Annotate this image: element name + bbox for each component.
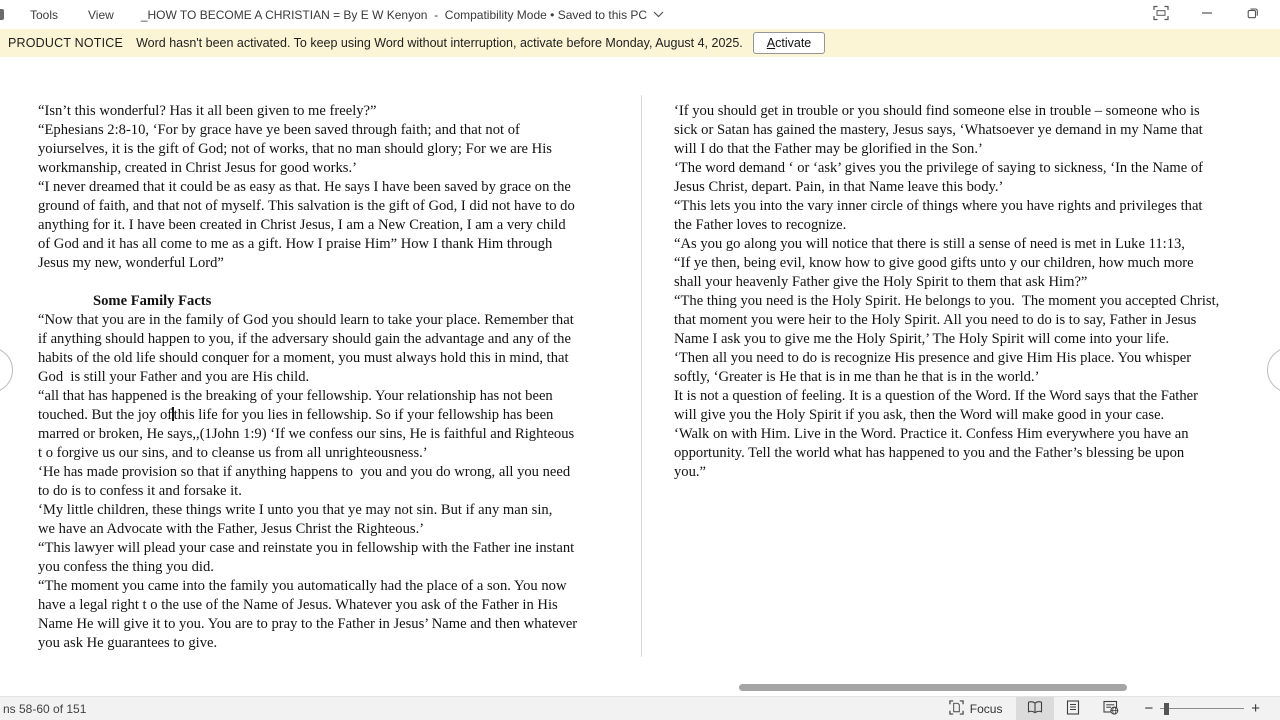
document-title-text: _HOW TO BECOME A CHRISTIAN = By E W Keny… [140,7,648,22]
document-text-line: Some Family Facts [93,293,212,309]
window-controls [1138,0,1280,29]
document-text-line: you.” [674,464,707,480]
document-text-line: ‘If you should get in trouble or you sho… [674,103,1200,119]
document-text-line: softly, ‘Greater is He that is in me tha… [674,369,1040,385]
document-text-line: will I do that the Father may be glorifi… [674,141,983,157]
auto-hide-toolbar-button[interactable] [1138,0,1184,29]
page-right: ‘If you should get in trouble or you sho… [674,102,1219,482]
document-text-line: Jesus my new, wonderful Lord” [38,255,224,271]
zoom-controls: − + [1138,701,1266,717]
document-text-line: yoiurselves, it is the gift of God; not … [38,141,552,157]
document-text-line: will give you the Holy Spirit if you ask… [674,407,1165,423]
document-text-line: “all that has happened is the breaking o… [38,388,553,404]
horizontal-scrollbar-thumb[interactable] [739,684,1127,691]
document-text-line: ‘The word demand ‘ or ‘ask’ gives you th… [674,160,1204,176]
status-bar-right: Focus − + [935,697,1280,720]
document-text-line: ground of faith, and that not of myself.… [38,198,575,214]
document-text-line: opportunity. Tell the world what has hap… [674,445,1185,461]
document-text-line: that moment you were heir to the Holy Sp… [674,312,1197,328]
print-layout-button[interactable] [1054,697,1092,720]
document-text-line: “The moment you came into the family you… [38,578,567,594]
document-text-line: It is not a question of feeling. It is a… [674,388,1198,404]
read-mode-button[interactable] [1016,697,1055,720]
print-layout-icon [1066,699,1080,718]
zoom-out-button[interactable]: − [1138,701,1159,716]
document-text-line: we have an Advocate with the Father, Jes… [38,521,425,537]
document-text-line: the Father loves to recognize. [674,217,847,233]
status-bar: ns 58-60 of 151 Focus − + [0,696,1280,720]
document-text-line: “Now that you are in the family of God y… [38,312,574,328]
chevron-down-icon[interactable] [653,11,664,18]
document-text-line: ‘Then all you need to do is recognize Hi… [674,350,1192,366]
screens-indicator[interactable]: ns 58-60 of 151 [3,702,86,716]
zoom-slider-track [1160,707,1245,710]
focus-icon [949,699,964,718]
document-text-line: sick or Satan has gained the mastery, Je… [674,122,1203,138]
reading-view: “Isn’t this wonderful? Has it all been g… [0,57,1280,696]
zoom-slider[interactable] [1160,701,1245,717]
document-text-line: “If ye then, being evil, know how to giv… [674,255,1194,271]
product-notice-message: Word hasn't been activated. To keep usin… [136,36,743,50]
document-text-line: “Isn’t this wonderful? Has it all been g… [38,103,377,119]
document-text-line: “I never dreamed that it could be as eas… [38,179,571,195]
page-divider [641,95,642,657]
document-text-line: “Ephesians 2:8-10, ‘For by grace have ye… [38,122,520,138]
menu-tools[interactable]: Tools [30,8,58,22]
document-text-line: God is still your Father and you are His… [38,369,310,385]
document-text-line: if anything should happen to you, if the… [38,331,571,347]
menu-view[interactable]: View [88,8,114,22]
minimize-icon [1201,7,1213,22]
document-text-line: have a legal right t o the use of the Na… [38,597,558,613]
previous-screen-button[interactable] [0,347,13,393]
focus-button[interactable]: Focus [935,697,1017,720]
web-layout-button[interactable] [1092,697,1130,720]
document-text-line: Jesus Christ, depart. Pain, in that Name… [674,179,1004,195]
activate-button[interactable]: Activate [752,32,826,54]
zoom-in-button[interactable]: + [1245,701,1266,716]
document-title: _HOW TO BECOME A CHRISTIAN = By E W Keny… [141,8,664,22]
restore-icon [1246,6,1260,23]
product-notice-bar: PRODUCT NOTICE Word hasn't been activate… [0,29,1280,57]
read-mode-icon [1027,699,1043,718]
document-text-line: Name He will give it to you. You are to … [38,616,578,632]
document-text-line: “As you go along you will notice that th… [674,236,1185,252]
document-text-line: “This lets you into the vary inner circl… [674,198,1203,214]
document-text-line: to do is to confess it and forsake it. [38,483,242,499]
document-text-line: Name I ask you to give me the Holy Spiri… [674,331,1170,347]
next-screen-button[interactable] [1267,347,1280,393]
document-text-line: ‘He has made provision so that if anythi… [38,464,571,480]
document-text-line: t o forgive us our sins, and to cleanse … [38,445,428,461]
auto-hide-icon [1153,5,1169,24]
product-notice-label: PRODUCT NOTICE [8,36,124,50]
document-text-line: marred or broken, He says,,(1John 1:9) ‘… [38,426,575,442]
restore-button[interactable] [1230,0,1276,29]
document-text-line: you ask He guarantees to give. [38,635,218,651]
titlebar: Tools View _HOW TO BECOME A CHRISTIAN = … [0,0,1280,29]
document-text-line: anything for it. I have been created in … [38,217,566,233]
document-text-line [38,273,577,292]
minimize-button[interactable] [1184,0,1230,29]
document-text-line: ‘Walk on with Him. Live in the Word. Pra… [674,426,1189,442]
focus-label: Focus [969,701,1003,716]
document-text-line: “This lawyer will plead your case and re… [38,540,575,556]
document-text-line: shall your heavenly Father give the Holy… [674,274,1088,290]
zoom-slider-handle[interactable] [1164,702,1169,715]
document-text-line: habits of the old life should conquer fo… [38,350,569,366]
web-layout-icon [1103,700,1119,718]
document-text-line: ‘My little children, these things write … [38,502,553,518]
document-text-line: of God and it has all come to me as a gi… [38,236,553,252]
document-text-line: “The thing you need is the Holy Spirit. … [674,293,1220,309]
document-text-line: you confess the thing you did. [38,559,214,575]
document-text-line: workmanship, created in Christ Jesus for… [38,160,357,176]
document-text-line: touched. But the joy ofthis life for you… [38,407,554,423]
page-left: “Isn’t this wonderful? Has it all been g… [38,102,577,653]
app-icon-partial [0,9,4,20]
